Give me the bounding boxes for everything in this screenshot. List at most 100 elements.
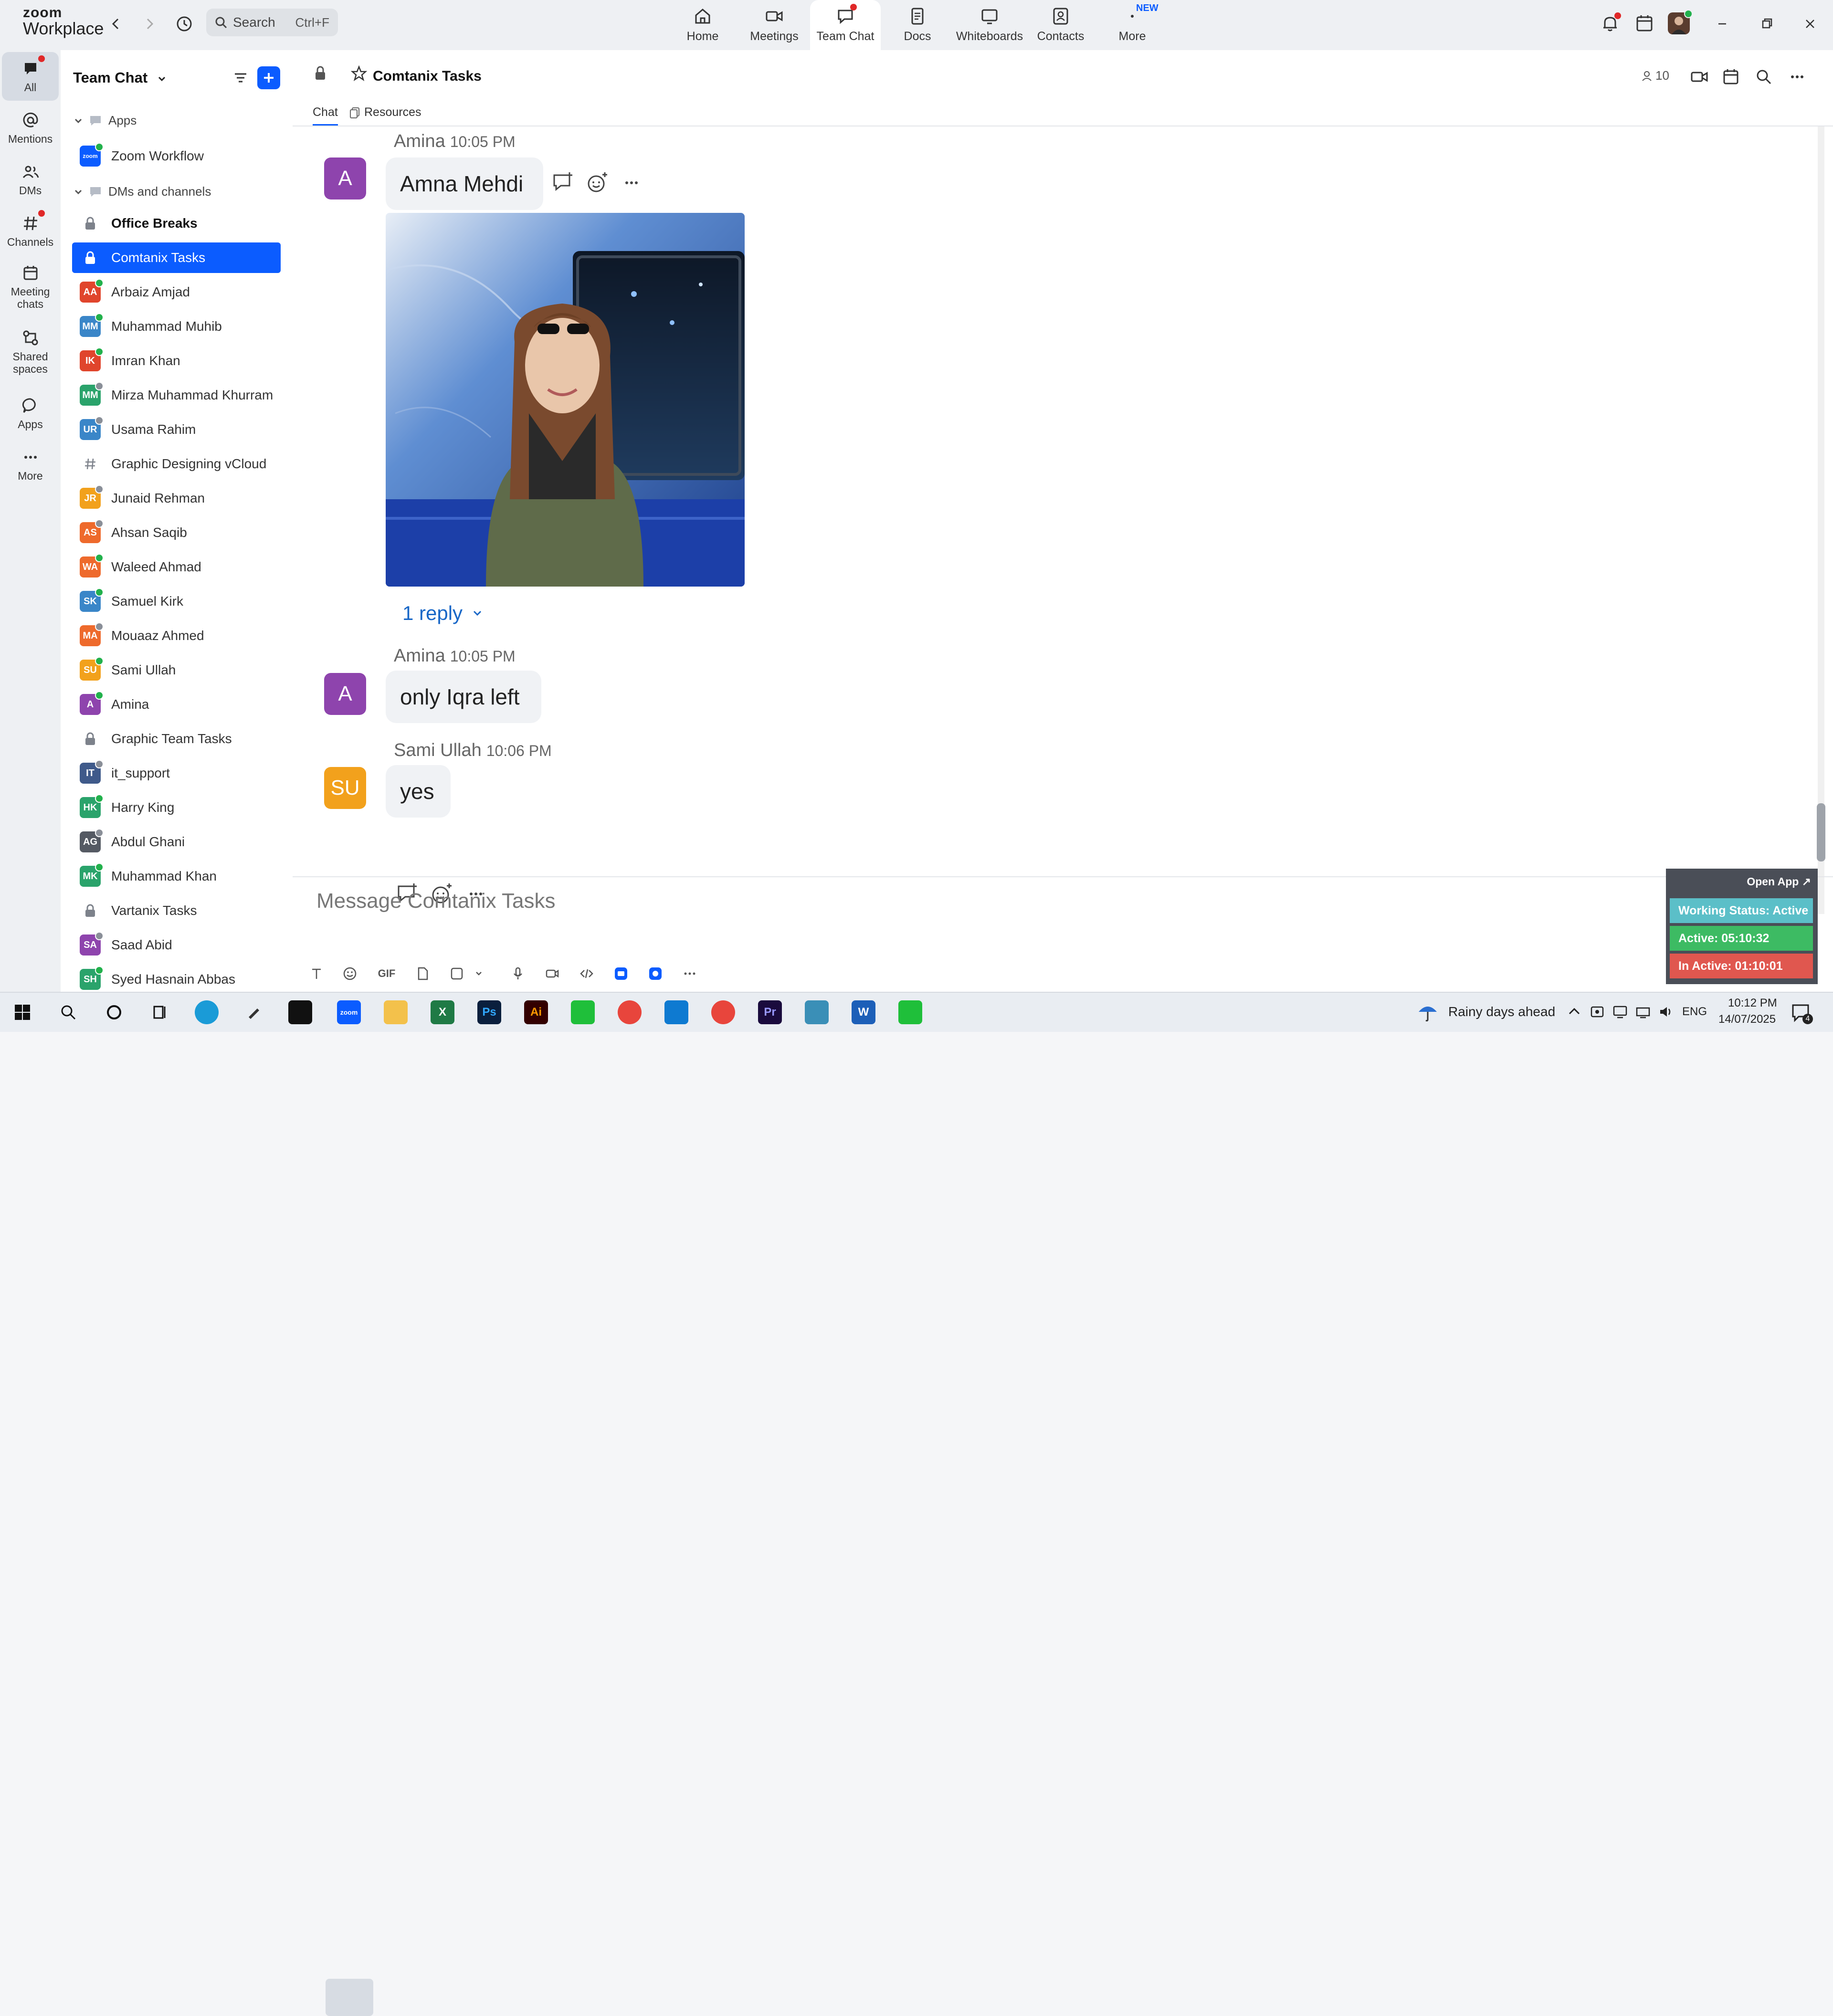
clock-time[interactable]: 10:12 PM (1728, 997, 1777, 1010)
sidebar-item-amina[interactable]: A Amina (72, 689, 281, 720)
sidebar-item-ahsan-saqib[interactable]: AS Ahsan Saqib (72, 517, 281, 548)
screenshot-icon[interactable] (447, 964, 466, 983)
emoji-icon[interactable] (340, 964, 359, 983)
bell-icon[interactable] (1599, 12, 1621, 34)
add-reaction-icon[interactable] (585, 170, 610, 195)
global-search-box[interactable]: Search Ctrl+F (206, 9, 338, 36)
search-icon[interactable] (1754, 67, 1773, 86)
rail-item-shared-spaces[interactable]: Shared spaces (2, 323, 59, 380)
sidebar-item-samuel-kirk[interactable]: SK Samuel Kirk (72, 586, 281, 617)
sidebar-item-vartanix-tasks[interactable]: Vartanix Tasks (72, 895, 281, 926)
sidebar-item-mirza-muhammad-khurram[interactable]: MM Mirza Muhammad Khurram (72, 380, 281, 410)
star-icon[interactable] (351, 65, 367, 82)
scrollbar-track[interactable] (1818, 126, 1824, 914)
calendar-check-icon[interactable] (1633, 12, 1655, 34)
taskbar-search-icon[interactable] (56, 1000, 80, 1024)
avatar[interactable] (1668, 10, 1693, 34)
top-tab-meetings[interactable]: Meetings (738, 0, 810, 50)
dms-section-header[interactable]: DMs and channels (73, 184, 211, 199)
rail-item-apps[interactable]: Apps (2, 389, 59, 438)
sidebar-item-saad-abid[interactable]: SA Saad Abid (72, 930, 281, 960)
chrome-icon[interactable] (618, 1000, 642, 1024)
pen-tool-icon[interactable] (242, 1000, 265, 1024)
message-more-icon[interactable] (619, 170, 644, 195)
more-options-icon[interactable] (1788, 67, 1807, 86)
top-tab-home[interactable]: Home (667, 0, 738, 50)
rail-item-more[interactable]: More (2, 441, 59, 489)
show-hidden-icons-icon[interactable] (1566, 1003, 1583, 1020)
sidebar-item-imran-khan[interactable]: IK Imran Khan (72, 346, 281, 376)
sidebar-item-harry-king[interactable]: HK Harry King (72, 792, 281, 823)
premiere-icon[interactable]: Pr (758, 1000, 782, 1024)
back-arrow-icon[interactable] (105, 13, 126, 34)
word-icon[interactable]: W (852, 1000, 875, 1024)
history-clock-icon[interactable] (174, 13, 195, 34)
volume-icon[interactable] (1657, 1003, 1675, 1020)
sidebar-item-it-support[interactable]: IT it_support (72, 758, 281, 788)
terminal-icon[interactable] (288, 1000, 312, 1024)
thread-replies-link[interactable]: 1 reply (402, 602, 484, 625)
sidebar-item-syed-hasnain-abbas[interactable]: SH Syed Hasnain Abbas (72, 964, 281, 995)
sidebar-item-junaid-rehman[interactable]: JR Junaid Rehman (72, 483, 281, 514)
avatar[interactable]: A (324, 673, 366, 715)
sidebar-item-usama-rahim[interactable]: UR Usama Rahim (72, 414, 281, 445)
shared-photo-image[interactable] (386, 213, 745, 587)
calendar-icon[interactable] (1721, 67, 1740, 86)
illustrator-icon[interactable]: Ai (524, 1000, 548, 1024)
team-chat-dropdown[interactable]: Team Chat (73, 69, 167, 86)
forward-arrow-icon[interactable] (139, 13, 160, 34)
sidebar-item-graphic-designing-vcloud[interactable]: Graphic Designing vCloud (72, 449, 281, 479)
sidebar-item-comtanix-tasks[interactable]: Comtanix Tasks (72, 242, 281, 273)
top-tab-team-chat[interactable]: Team Chat (810, 0, 881, 50)
sidebar-item-graphic-team-tasks[interactable]: Graphic Team Tasks (72, 724, 281, 754)
top-tab-contacts[interactable]: Contacts (1025, 0, 1096, 50)
tab-resources[interactable]: Resources (349, 105, 421, 119)
open-app-button[interactable]: Open App ↗ (1747, 875, 1811, 888)
edge-browser-icon[interactable] (195, 1000, 219, 1024)
code-snippet-icon[interactable] (577, 964, 596, 983)
avatar[interactable]: SU (324, 767, 366, 809)
chrome-profile-icon[interactable] (711, 1000, 735, 1024)
network-icon[interactable] (1634, 1003, 1652, 1020)
notification-center-icon[interactable]: 4 (1790, 1001, 1813, 1024)
photoshop-icon[interactable]: Ps (477, 1000, 501, 1024)
zoom-clips-icon[interactable] (646, 964, 665, 983)
gif-button[interactable]: GIF (375, 964, 399, 983)
cortana-icon[interactable] (102, 1000, 126, 1024)
green-app-icon[interactable] (571, 1000, 595, 1024)
video-call-icon[interactable] (1690, 67, 1709, 86)
video-message-icon[interactable] (543, 964, 562, 983)
app-item-zoom-workflow[interactable]: zoom Zoom Workflow (72, 141, 281, 171)
sidebar-item-office-breaks[interactable]: Office Breaks (72, 208, 281, 239)
member-count[interactable]: 10 (1641, 68, 1669, 83)
display-tray-icon[interactable] (1612, 1003, 1629, 1020)
text-format-icon[interactable] (307, 964, 326, 983)
task-view-icon[interactable] (148, 1000, 172, 1024)
chevron-down-icon[interactable] (473, 964, 485, 983)
top-tab-whiteboards[interactable]: Whiteboards (953, 0, 1026, 50)
language-indicator[interactable]: ENG (1682, 1005, 1707, 1018)
microphone-icon[interactable] (508, 964, 527, 983)
rail-item-channels[interactable]: Channels (2, 207, 59, 255)
meeting-tray-icon[interactable] (1589, 1003, 1606, 1020)
weather-text[interactable]: Rainy days ahead (1448, 1004, 1555, 1019)
sidebar-item-mouaaz-ahmed[interactable]: MA Mouaaz Ahmed (72, 620, 281, 651)
diamond-app-icon[interactable] (805, 1000, 829, 1024)
green-app-icon[interactable] (898, 1000, 922, 1024)
rail-item-all[interactable]: All (2, 52, 59, 101)
sidebar-item-waleed-ahmad[interactable]: WA Waleed Ahmad (72, 552, 281, 582)
filter-icon[interactable] (230, 67, 251, 88)
sidebar-item-sami-ullah[interactable]: SU Sami Ullah (72, 655, 281, 685)
rail-item-mentions[interactable]: Mentions (2, 104, 59, 152)
sidebar-item-abdul-ghani[interactable]: AG Abdul Ghani (72, 827, 281, 857)
message-input[interactable]: Message Comtanix Tasks (316, 889, 556, 913)
excel-icon[interactable]: X (431, 1000, 454, 1024)
umbrella-weather-icon[interactable] (1416, 1000, 1440, 1024)
restore-icon[interactable] (1757, 13, 1778, 34)
sidebar-item-muhammad-khan[interactable]: MK Muhammad Khan (72, 861, 281, 892)
sidebar-item-muhammad-muhib[interactable]: MM Muhammad Muhib (72, 311, 281, 342)
avatar[interactable]: A (324, 158, 366, 200)
tab-chat[interactable]: Chat (313, 105, 338, 126)
rail-item-dms[interactable]: DMs (2, 155, 59, 204)
clock-date[interactable]: 14/07/2025 (1718, 1013, 1776, 1026)
